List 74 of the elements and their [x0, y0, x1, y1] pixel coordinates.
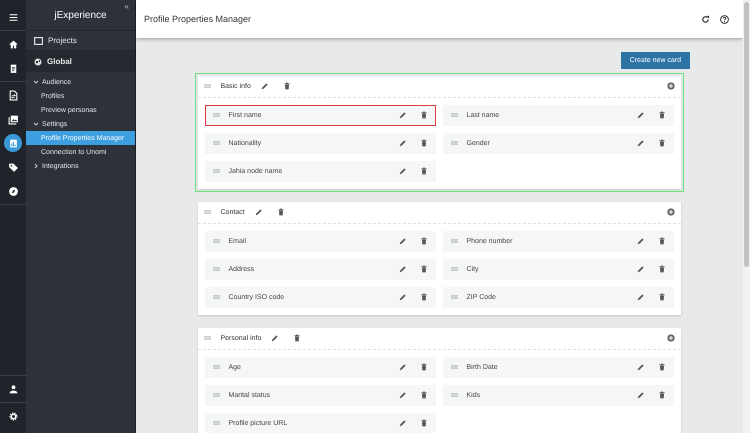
- edit-icon[interactable]: [398, 167, 406, 175]
- edit-icon[interactable]: [398, 265, 406, 273]
- drag-handle-icon[interactable]: [212, 113, 220, 117]
- edit-icon[interactable]: [398, 419, 406, 427]
- delete-icon[interactable]: [420, 265, 428, 273]
- edit-icon[interactable]: [636, 391, 644, 399]
- edit-icon[interactable]: [398, 363, 406, 371]
- add-icon[interactable]: [666, 334, 674, 342]
- delete-icon[interactable]: [293, 334, 302, 342]
- delete-icon[interactable]: [658, 391, 666, 399]
- chart-icon[interactable]: [4, 134, 22, 152]
- drag-handle-icon[interactable]: [204, 210, 210, 214]
- add-icon[interactable]: [666, 208, 674, 216]
- delete-icon[interactable]: [420, 167, 428, 175]
- delete-icon[interactable]: [420, 419, 428, 427]
- globe-icon: [34, 58, 42, 66]
- delete-icon[interactable]: [658, 139, 666, 147]
- add-icon[interactable]: [666, 82, 674, 90]
- drag-handle-icon[interactable]: [450, 267, 458, 271]
- edit-icon[interactable]: [636, 111, 644, 119]
- edit-icon[interactable]: [398, 237, 406, 245]
- delete-icon[interactable]: [658, 237, 666, 245]
- delete-icon[interactable]: [282, 82, 291, 90]
- drag-handle-icon[interactable]: [212, 169, 220, 173]
- drag-handle-icon[interactable]: [450, 141, 458, 145]
- drag-handle-icon[interactable]: [450, 393, 458, 397]
- delete-icon[interactable]: [420, 111, 428, 119]
- delete-icon[interactable]: [420, 363, 428, 371]
- caret-icon[interactable]: [33, 121, 39, 127]
- drag-handle-icon[interactable]: [450, 295, 458, 299]
- site-name[interactable]: Global: [47, 57, 72, 66]
- delete-icon[interactable]: [658, 293, 666, 301]
- drag-handle-icon[interactable]: [450, 365, 458, 369]
- scrollbar[interactable]: [743, 0, 750, 433]
- edit-icon[interactable]: [636, 139, 644, 147]
- drag-handle-icon[interactable]: [212, 239, 220, 243]
- drag-handle-icon[interactable]: [212, 141, 220, 145]
- caret-icon[interactable]: [33, 163, 39, 169]
- delete-icon[interactable]: [276, 208, 285, 216]
- edit-icon[interactable]: [636, 237, 644, 245]
- drag-handle-icon[interactable]: [450, 239, 458, 243]
- edit-icon[interactable]: [398, 391, 406, 399]
- edit-icon[interactable]: [636, 265, 644, 273]
- delete-icon[interactable]: [420, 237, 428, 245]
- drag-handle-icon[interactable]: [212, 365, 220, 369]
- delete-icon[interactable]: [420, 293, 428, 301]
- drag-handle-icon[interactable]: [212, 421, 220, 425]
- edit-icon[interactable]: [260, 82, 269, 90]
- drag-handle-icon[interactable]: [204, 336, 210, 340]
- delete-icon[interactable]: [658, 363, 666, 371]
- delete-icon[interactable]: [420, 391, 428, 399]
- edit-icon[interactable]: [398, 139, 406, 147]
- edit-icon[interactable]: [398, 293, 406, 301]
- delete-icon[interactable]: [658, 111, 666, 119]
- edit-icon[interactable]: [636, 363, 644, 371]
- drag-handle-icon[interactable]: [212, 267, 220, 271]
- drag-handle-icon[interactable]: [450, 113, 458, 117]
- edit-icon[interactable]: [636, 293, 644, 301]
- edit-icon[interactable]: [398, 111, 406, 119]
- edit-icon[interactable]: [271, 334, 280, 342]
- edit-icon[interactable]: [254, 208, 263, 216]
- window-icon: [34, 36, 43, 44]
- app-logo: jExperience: [54, 10, 107, 20]
- caret-icon[interactable]: [33, 79, 39, 85]
- delete-icon[interactable]: [420, 139, 428, 147]
- help-icon[interactable]: [720, 14, 729, 24]
- drag-handle-icon[interactable]: [212, 393, 220, 397]
- projects-link[interactable]: Projects: [48, 36, 77, 45]
- refresh-icon[interactable]: [701, 14, 710, 24]
- page-title: Profile Properties Manager: [144, 14, 252, 24]
- drag-handle-icon[interactable]: [204, 84, 210, 88]
- collapse-button[interactable]: «: [124, 2, 129, 11]
- drag-handle-icon[interactable]: [212, 295, 220, 299]
- delete-icon[interactable]: [658, 265, 666, 273]
